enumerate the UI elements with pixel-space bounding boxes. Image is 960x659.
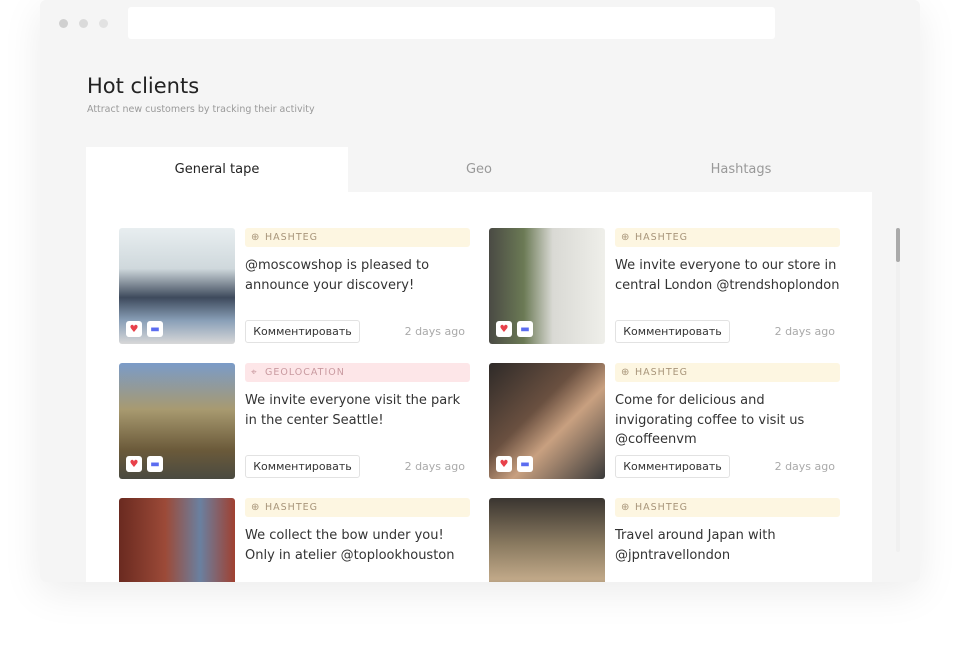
comment-button[interactable]: Комментировать bbox=[245, 455, 360, 478]
hashtag-badge: ⊕ HASHTEG bbox=[615, 228, 840, 247]
hashtag-badge: ⊕ HASHTEG bbox=[615, 363, 840, 382]
post-image[interactable]: ♥▬ bbox=[489, 498, 605, 582]
hashtag-globe-icon: ⊕ bbox=[251, 502, 261, 513]
post-image[interactable]: ♥▬ bbox=[119, 228, 235, 344]
post-image[interactable]: ♥▬ bbox=[119, 363, 235, 479]
feed-card: ♥ ▬ ⌖ GEOLOCATION We invite everyone visit… bbox=[119, 363, 471, 479]
hashtag-badge: ⊕ HASHTEG bbox=[245, 228, 470, 247]
post-text: We collect the bow under you! Only in at… bbox=[245, 528, 455, 563]
address-bar[interactable] bbox=[128, 7, 775, 39]
heart-icon[interactable]: ♥ bbox=[496, 321, 512, 337]
hashtag-badge: ⊕ HASHTEG bbox=[245, 498, 470, 517]
comment-button[interactable]: Комментировать bbox=[615, 320, 730, 343]
post-image[interactable]: ♥▬ bbox=[489, 363, 605, 479]
post-text: Travel around Japan with @jpntravellondo… bbox=[615, 528, 776, 563]
post-text: We invite everyone to our store in centr… bbox=[615, 258, 840, 293]
comment-icon[interactable]: ▬ bbox=[517, 456, 533, 472]
location-pin-icon: ⌖ bbox=[251, 367, 258, 378]
comment-button[interactable]: Комментировать bbox=[615, 455, 730, 478]
comment-button[interactable]: Комментировать bbox=[245, 320, 360, 343]
badge-label: GEOLOCATION bbox=[265, 367, 345, 378]
post-time: 2 days ago bbox=[774, 460, 835, 473]
post-time: 2 days ago bbox=[774, 325, 835, 338]
geolocation-badge: ⌖ GEOLOCATION bbox=[245, 363, 470, 382]
badge-label: HASHTEG bbox=[635, 502, 688, 513]
browser-window: Hot clients Attract new customers by tra… bbox=[40, 0, 920, 582]
feed-panel: ♥ ▬ ⊕ HASHTEG @moscowshop is pleased to an… bbox=[86, 192, 900, 582]
comment-icon[interactable]: ▬ bbox=[517, 321, 533, 337]
heart-icon[interactable]: ♥ bbox=[126, 321, 142, 337]
tab-geo[interactable]: Geo bbox=[348, 147, 610, 192]
comment-icon[interactable]: ▬ bbox=[147, 456, 163, 472]
post-time: 2 days ago bbox=[404, 460, 465, 473]
hashtag-globe-icon: ⊕ bbox=[251, 232, 261, 243]
window-maximize-dot[interactable] bbox=[99, 19, 108, 28]
post-image[interactable]: ♥▬ bbox=[489, 228, 605, 344]
hashtag-globe-icon: ⊕ bbox=[621, 367, 631, 378]
heart-icon[interactable]: ♥ bbox=[126, 456, 142, 472]
badge-label: HASHTEG bbox=[635, 232, 688, 243]
hashtag-globe-icon: ⊕ bbox=[621, 232, 631, 243]
scrollbar-thumb[interactable] bbox=[896, 228, 900, 262]
post-time: 2 days ago bbox=[404, 325, 465, 338]
window-close-dot[interactable] bbox=[59, 19, 68, 28]
feed-card: ♥ ▬ ⊕ HASHTEG We invite everyone to our st… bbox=[489, 228, 841, 344]
post-text: @moscowshop is pleased to announce your … bbox=[245, 258, 430, 293]
tab-hashtags[interactable]: Hashtags bbox=[610, 147, 872, 192]
feed-card: ♥ ▬ ⊕ HASHTEG @moscowshop is pleased to an… bbox=[119, 228, 471, 344]
post-text: Come for delicious and invigorating coff… bbox=[615, 393, 805, 447]
feed-card: ♥ ▬ ⊕ HASHTEG Come for delicious and invig… bbox=[489, 363, 841, 479]
feed-card: ♥▬ ⊕ HASHTEG We collect the bow under you… bbox=[119, 498, 471, 582]
scrollbar[interactable] bbox=[896, 228, 900, 552]
comment-icon[interactable]: ▬ bbox=[147, 321, 163, 337]
page-subtitle: Attract new customers by tracking their … bbox=[87, 104, 315, 115]
hashtag-badge: ⊕ HASHTEG bbox=[615, 498, 840, 517]
feed-card: ♥▬ ⊕ HASHTEG Travel around Japan with @jp… bbox=[489, 498, 841, 582]
heart-icon[interactable]: ♥ bbox=[496, 456, 512, 472]
post-image[interactable]: ♥▬ bbox=[119, 498, 235, 582]
badge-label: HASHTEG bbox=[265, 502, 318, 513]
badge-label: HASHTEG bbox=[265, 232, 318, 243]
post-text: We invite everyone visit the park in the… bbox=[245, 393, 461, 428]
hashtag-globe-icon: ⊕ bbox=[621, 502, 631, 513]
window-minimize-dot[interactable] bbox=[79, 19, 88, 28]
page-title: Hot clients bbox=[87, 74, 200, 98]
badge-label: HASHTEG bbox=[635, 367, 688, 378]
tab-general-tape[interactable]: General tape bbox=[86, 147, 348, 192]
